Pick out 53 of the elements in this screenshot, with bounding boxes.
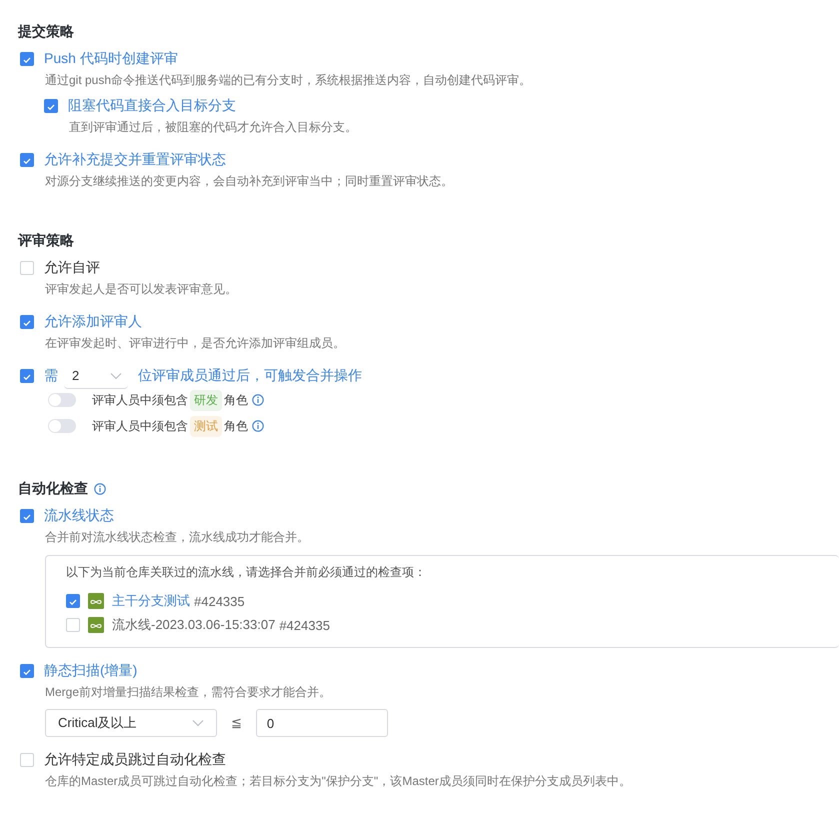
option-description: 评审发起人是否可以发表评审意见。 [45,281,238,298]
panel-intro: 以下为当前仓库关联过的流水线，请选择合并前必须通过的检查项： [66,564,427,581]
option-label: 静态扫描(增量) [44,662,138,680]
section-title: 评审策略 [18,232,74,250]
info-icon[interactable] [252,394,264,406]
option-label: 允许添加评审人 [44,313,142,331]
checkbox[interactable] [20,509,34,523]
option-description: 对源分支继续推送的变更内容，会自动补充到评审当中；同时重置评审状态。 [45,173,454,190]
info-icon[interactable] [252,420,264,432]
info-icon[interactable] [94,483,106,495]
toggle-label: 评审人员中须包含 [92,392,188,408]
count-select[interactable]: 2 [64,363,128,389]
option-label: 位评审成员通过后，可触发合并操作 [138,367,362,385]
pipeline-id: #424335 [194,594,245,608]
toggle-label: 角色 [224,418,248,434]
toggle-label: 评审人员中须包含 [92,418,188,434]
pipeline-id: #424335 [279,618,330,632]
severity-select[interactable]: Critical及以上 [45,709,217,737]
checkbox[interactable] [44,99,58,113]
operator-symbol: ≦ [231,715,242,731]
checkbox[interactable] [66,594,80,608]
option-label: 允许补充提交并重置评审状态 [44,151,226,169]
checkbox[interactable] [20,153,34,167]
pipeline-name[interactable]: 主干分支测试 [112,592,190,610]
option-description: 直到评审通过后，被阻塞的代码才允许合入目标分支。 [69,119,358,136]
role-tag: 研发 [190,390,222,410]
toggle-switch[interactable] [48,393,76,407]
chevron-down-icon [192,719,204,727]
pipeline-icon [88,617,104,633]
option-description: 合并前对流水线状态检查，流水线成功才能合并。 [45,529,310,546]
option-label: 允许自评 [44,259,100,277]
option-description: 仓库的Master成员可跳过自动化检查；若目标分支为"保护分支"，该Master成员须同时在保护分支成员列表中。 [45,773,632,790]
option-description: 在评审发起时、评审进行中，是否允许添加评审组成员。 [45,335,346,352]
toggle-label: 角色 [224,392,248,408]
option-label: 流水线状态 [44,507,114,525]
pipeline-name[interactable]: 流水线-2023.03.06-15:33:07 [112,616,276,634]
option-label: 允许特定成员跳过自动化检查 [44,751,226,769]
checkbox[interactable] [20,315,34,329]
option-description: Merge前对增量扫描结果检查，需符合要求才能合并。 [45,684,332,701]
checkbox[interactable] [20,369,34,383]
checkbox[interactable] [20,52,34,66]
option-description: 通过git push命令推送代码到服务端的已有分支时，系统根据推送内容，自动创建代码评审。 [45,72,532,89]
pipeline-icon [88,593,104,609]
chevron-down-icon [110,372,122,380]
role-tag: 测试 [190,416,222,436]
option-label: 需 [44,367,58,385]
checkbox[interactable] [20,664,34,678]
option-label: 阻塞代码直接合入目标分支 [68,97,236,115]
section-title: 自动化检查 [18,480,88,498]
option-label: Push 代码时创建评审 [44,50,178,68]
count-input[interactable]: 0 [256,709,388,737]
toggle-switch[interactable] [48,419,76,433]
section-title: 提交策略 [18,23,74,41]
